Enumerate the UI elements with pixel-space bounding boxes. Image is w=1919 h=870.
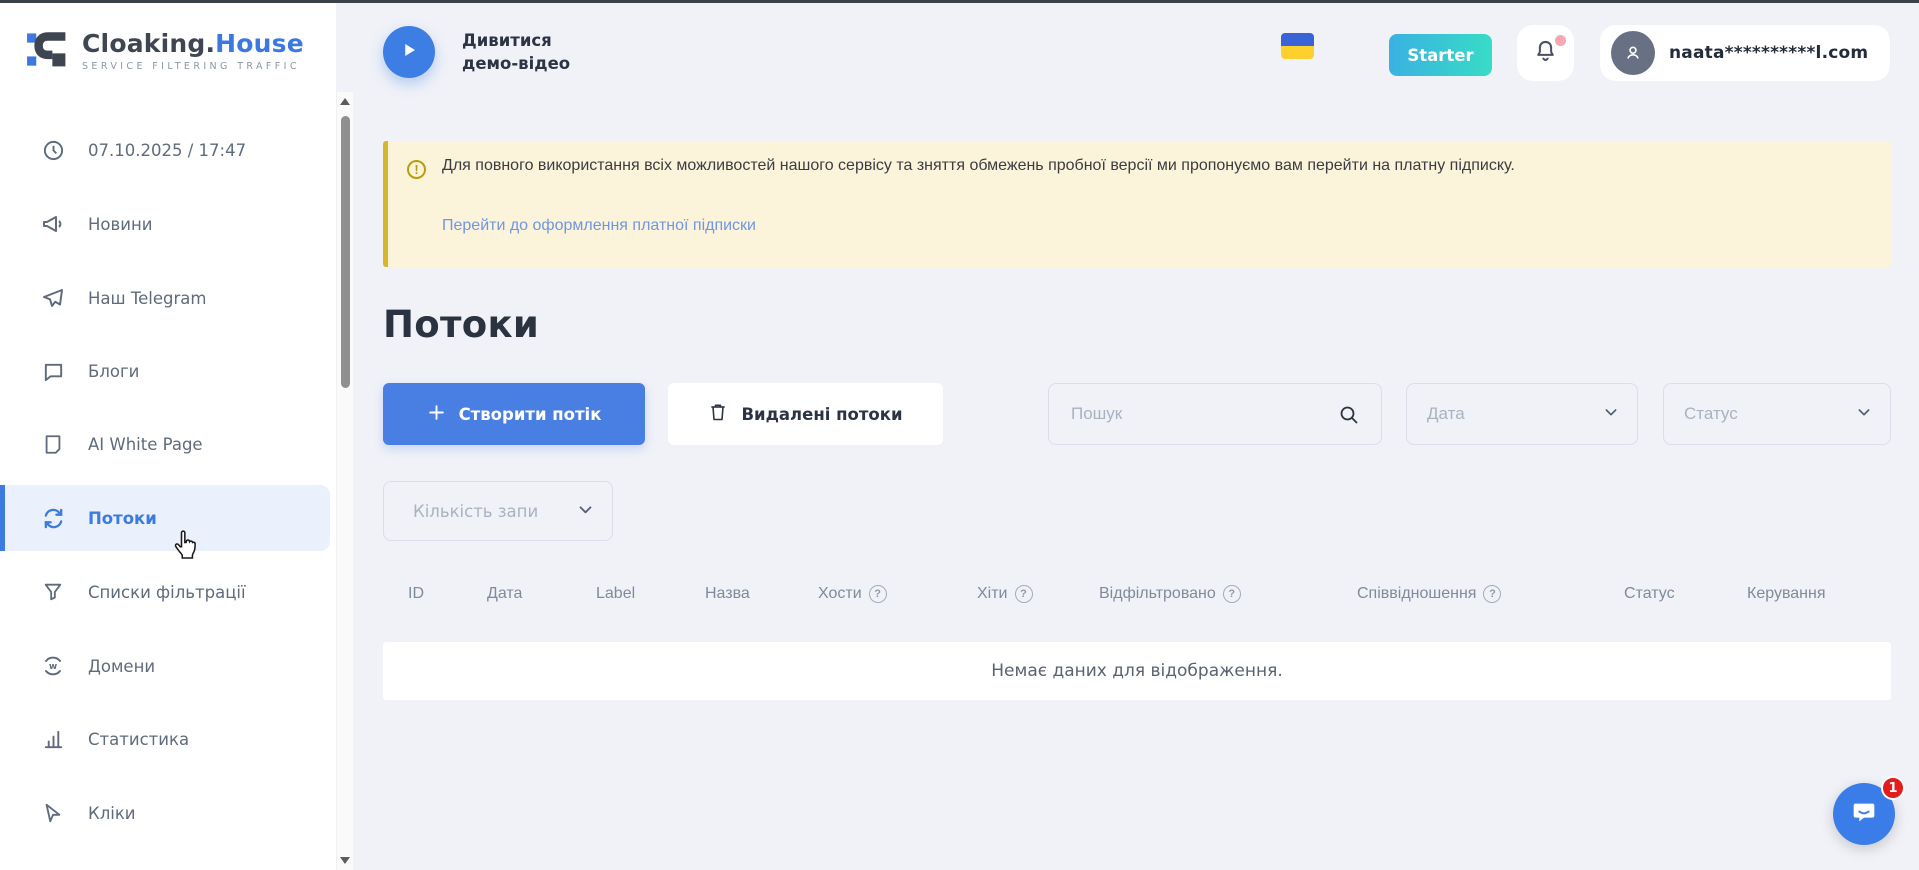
deleted-flows-button[interactable]: Видалені потоки bbox=[668, 383, 943, 445]
sidebar-item-flows[interactable]: Потоки bbox=[0, 485, 330, 551]
sidebar-item-datetime[interactable]: 07.10.2025 / 17:47 bbox=[0, 117, 330, 183]
chat-unread-badge: 1 bbox=[1881, 776, 1905, 800]
trash-icon bbox=[708, 402, 728, 426]
column-header-date: Дата bbox=[487, 585, 522, 603]
status-filter-label: Статус bbox=[1684, 404, 1738, 424]
chat-widget-icon bbox=[1849, 797, 1879, 831]
scroll-down-arrow[interactable] bbox=[340, 857, 350, 864]
sidebar-item-telegram[interactable]: Наш Telegram bbox=[0, 265, 330, 331]
sidebar-item-label: Домени bbox=[88, 657, 155, 676]
sidebar-item-news[interactable]: Новини bbox=[0, 191, 330, 257]
clock-icon bbox=[41, 138, 65, 162]
sidebar-item-label: Потоки bbox=[88, 509, 157, 528]
sidebar-item-statistics[interactable]: Статистика bbox=[0, 706, 330, 772]
chat-bubble-icon bbox=[41, 359, 65, 383]
sidebar-item-label: Кліки bbox=[88, 804, 136, 823]
brand-name-dark: Cloaking. bbox=[82, 29, 215, 58]
column-header-hosts: Хости bbox=[818, 585, 887, 603]
sidebar-item-label: Статистика bbox=[88, 730, 189, 749]
column-header-status: Статус bbox=[1624, 585, 1675, 603]
notification-dot bbox=[1555, 35, 1566, 46]
play-demo-button[interactable] bbox=[383, 26, 435, 78]
sidebar-item-blogs[interactable]: Блоги bbox=[0, 338, 330, 404]
trial-warning-banner: ! Для повного використання всіх можливос… bbox=[383, 141, 1891, 267]
logo[interactable]: Cloaking.House SERVICE FILTERING TRAFFIC bbox=[24, 25, 304, 75]
per-page-label: Кількість запи bbox=[413, 502, 538, 521]
status-filter-dropdown[interactable]: Статус bbox=[1663, 383, 1891, 445]
logo-icon bbox=[24, 25, 70, 75]
date-filter-label: Дата bbox=[1427, 404, 1465, 424]
column-header-ratio: Співвідношення bbox=[1357, 585, 1501, 603]
svg-text:w: w bbox=[49, 662, 57, 672]
sidebar-item-label: 07.10.2025 / 17:47 bbox=[88, 141, 246, 160]
chevron-down-icon bbox=[577, 501, 594, 522]
warning-icon: ! bbox=[407, 160, 426, 179]
chevron-down-icon bbox=[1603, 404, 1619, 425]
demo-video-label[interactable]: Дивитися демо-відео bbox=[462, 29, 570, 75]
create-flow-button[interactable]: Створити потік bbox=[383, 383, 645, 445]
date-filter-dropdown[interactable]: Дата bbox=[1406, 383, 1638, 445]
column-header-id: ID bbox=[408, 585, 424, 603]
search-input[interactable] bbox=[1069, 403, 1329, 425]
play-icon bbox=[400, 41, 418, 63]
scrollbar-thumb[interactable] bbox=[341, 116, 350, 388]
sidebar-scrollbar[interactable] bbox=[336, 92, 353, 870]
subscribe-link[interactable]: Перейти до оформлення платної підписки bbox=[442, 217, 756, 235]
megaphone-icon bbox=[41, 212, 65, 236]
language-flag-ukraine[interactable] bbox=[1281, 33, 1314, 59]
sidebar-item-label: Новини bbox=[88, 215, 152, 234]
column-header-hits: Хіти bbox=[977, 585, 1033, 603]
user-email: naata**********l.com bbox=[1669, 43, 1868, 63]
app-window: Cloaking.House SERVICE FILTERING TRAFFIC… bbox=[0, 0, 1919, 870]
sidebar: Cloaking.House SERVICE FILTERING TRAFFIC… bbox=[0, 3, 336, 870]
banner-text: Для повного використання всіх можливосте… bbox=[442, 154, 1852, 177]
sidebar-item-ai-white-page[interactable]: AI White Page bbox=[0, 411, 330, 477]
sidebar-item-label: Блоги bbox=[88, 362, 139, 381]
sync-icon bbox=[41, 506, 65, 530]
telegram-icon bbox=[41, 286, 65, 310]
column-header-name: Назва bbox=[705, 585, 750, 603]
per-page-dropdown[interactable]: Кількість запи bbox=[383, 481, 613, 541]
flag-blue-stripe bbox=[1281, 33, 1314, 46]
search-field[interactable] bbox=[1048, 383, 1382, 445]
flag-yellow-stripe bbox=[1281, 46, 1314, 59]
scroll-up-arrow[interactable] bbox=[340, 98, 350, 105]
chevron-down-icon bbox=[1856, 404, 1872, 425]
plus-icon bbox=[427, 403, 446, 426]
sidebar-item-label: Наш Telegram bbox=[88, 289, 206, 308]
help-icon[interactable] bbox=[1483, 585, 1501, 603]
document-icon bbox=[41, 432, 65, 456]
page-title: Потоки bbox=[383, 303, 539, 346]
column-header-label: Label bbox=[596, 585, 635, 603]
sidebar-item-domains[interactable]: w Домени bbox=[0, 633, 330, 699]
avatar bbox=[1611, 31, 1655, 75]
brand-name-blue: House bbox=[215, 29, 304, 58]
table-empty-state: Немає даних для відображення. bbox=[383, 642, 1891, 700]
sidebar-item-clicks[interactable]: Кліки bbox=[0, 780, 330, 846]
globe-w-icon: w bbox=[41, 654, 65, 678]
help-icon[interactable] bbox=[869, 585, 887, 603]
cursor-icon bbox=[41, 801, 65, 825]
logo-text: Cloaking.House SERVICE FILTERING TRAFFIC bbox=[82, 29, 304, 72]
column-header-controls: Керування bbox=[1747, 585, 1826, 603]
notifications-button[interactable] bbox=[1517, 25, 1574, 81]
sidebar-item-label: AI White Page bbox=[88, 435, 203, 454]
plan-badge[interactable]: Starter bbox=[1389, 34, 1492, 76]
column-header-filtered: Відфільтровано bbox=[1099, 585, 1241, 603]
bar-chart-icon bbox=[41, 727, 65, 751]
help-icon[interactable] bbox=[1015, 585, 1033, 603]
search-icon[interactable] bbox=[1337, 403, 1361, 432]
help-icon[interactable] bbox=[1223, 585, 1241, 603]
account-menu[interactable]: naata**********l.com bbox=[1600, 25, 1890, 81]
brand-tagline: SERVICE FILTERING TRAFFIC bbox=[82, 61, 304, 72]
table-header: ID Дата Label Назва Хости Хіти Відфільтр… bbox=[0, 585, 1919, 619]
